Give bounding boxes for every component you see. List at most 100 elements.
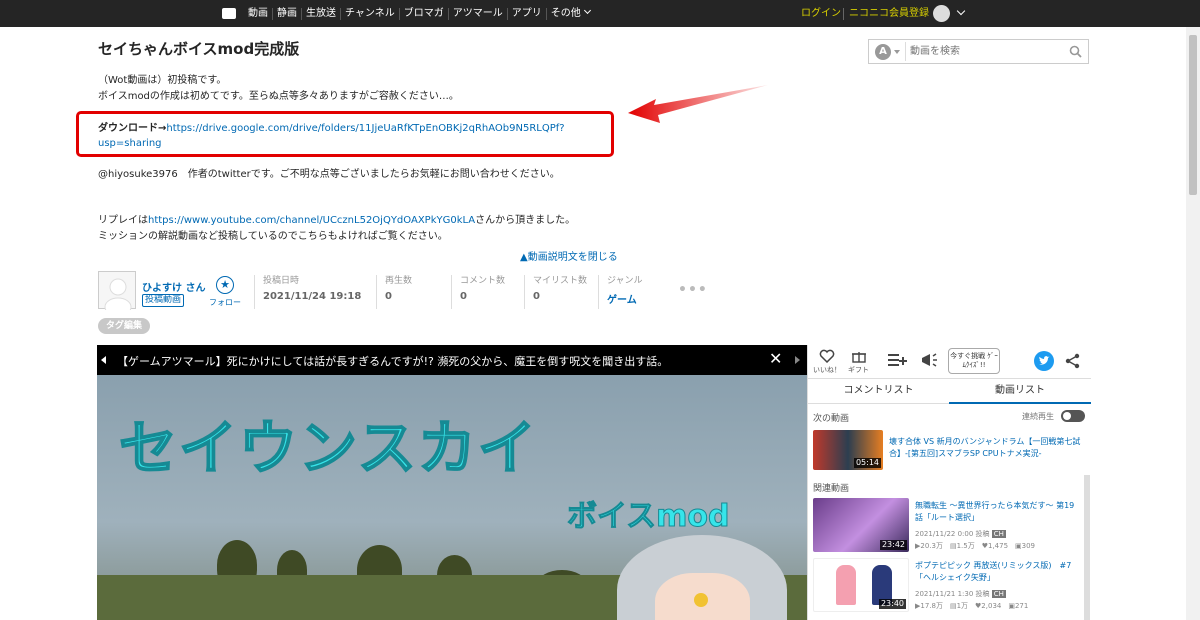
like-button[interactable]: いいね！	[813, 349, 841, 375]
search-icon[interactable]	[1069, 45, 1082, 58]
tab-video-list[interactable]: 動画リスト	[949, 379, 1091, 404]
banner-prev-icon[interactable]	[101, 356, 106, 364]
channel-badge: CH	[991, 590, 1006, 598]
register-link[interactable]: ニコニコ会員登録	[849, 0, 929, 27]
replay-channel-link[interactable]: https://www.youtube.com/channel/UCcznL52…	[148, 215, 475, 226]
video-overlay-title: セイウンスカイ	[118, 413, 538, 483]
follow-star-icon[interactable]: ★	[216, 276, 234, 294]
gift-button[interactable]: ギフト	[848, 349, 869, 375]
add-mylist-button[interactable]	[888, 353, 908, 369]
video-stats: ▶17.8万 ▤1万 ♥2,034 ▣271	[915, 602, 1029, 610]
nav-list: 動画 静画 生放送 チャンネル ブロマガ アツマール アプリ その他	[222, 0, 594, 27]
video-title-link[interactable]: 合】-[第五回]スマブラSP CPUトナメ実況-	[889, 448, 1042, 460]
side-scrollbar[interactable]	[1084, 475, 1090, 620]
banner-close-button[interactable]: ✕	[769, 349, 782, 368]
banner-next-icon[interactable]	[795, 356, 800, 364]
chevron-down-icon	[583, 6, 591, 14]
video-date: 2021/11/21 1:30 投稿 CH	[915, 589, 1006, 599]
stat-genre: ジャンル ゲーム	[598, 275, 643, 309]
nav-item-other-label: その他	[550, 7, 581, 19]
twitter-line: @hiyosuke3976 作者のtwitterです。ご不明な点等ございましたら…	[98, 169, 560, 180]
side-tabs: コメントリスト 動画リスト	[808, 378, 1091, 404]
search-input[interactable]	[905, 42, 1065, 61]
gift-icon	[851, 352, 866, 363]
stat-label: マイリスト数	[533, 276, 588, 286]
ad-button[interactable]	[920, 352, 938, 370]
autoplay-toggle[interactable]	[1061, 410, 1085, 422]
side-panel: いいね！ ギフト 今すぐ挑戦 ｹﾞｰﾑｸｲｽﾞ!! コメントリスト 動画リスト …	[807, 345, 1091, 620]
twitter-share-button[interactable]	[1034, 351, 1054, 371]
share-icon[interactable]	[1065, 353, 1081, 369]
stat-value: 0	[460, 291, 467, 302]
close-description-button[interactable]: ▲動画説明文を閉じる	[520, 248, 618, 263]
nav-divider	[843, 8, 844, 20]
nav-item-video[interactable]: 動画	[244, 8, 272, 20]
video-duration: 05:14	[853, 458, 881, 468]
channel-badge: CH	[991, 530, 1006, 538]
video-title-link[interactable]: 壊す合体 VS 新月のバンジャンドラム【一回戦第七試	[889, 436, 1080, 448]
stat-mylist: マイリスト数 0	[524, 275, 587, 309]
replay-prefix: リプレイは	[98, 215, 148, 226]
replay-suffix: さんから頂きました。	[475, 215, 576, 226]
highlight-box	[76, 111, 614, 157]
stat-value: 0	[385, 291, 392, 302]
uploader-avatar[interactable]	[98, 271, 136, 317]
video-title-link[interactable]: 無職転生 ～異世界行ったら本気だす～ 第19	[915, 500, 1074, 512]
tag-edit-button[interactable]: タグ編集	[98, 318, 150, 334]
description-line: （Wot動画は）初投稿です。	[98, 75, 227, 86]
annotation-arrow-icon	[628, 85, 768, 123]
toggle-knob	[1063, 412, 1071, 420]
stat-value: 0	[533, 291, 540, 302]
more-options-icon[interactable]: •••	[678, 282, 708, 298]
nav-item-blomaga[interactable]: ブロマガ	[398, 7, 448, 20]
niconico-tv-icon[interactable]	[222, 8, 236, 19]
stat-posted: 投稿日時 2021/11/24 19:18	[254, 275, 361, 309]
video-date: 2021/11/22 0:00 投稿 CH	[915, 529, 1006, 539]
tab-comment-list[interactable]: コメントリスト	[808, 379, 949, 404]
hair-flower-icon	[694, 593, 708, 607]
uploader-videos-badge[interactable]: 投稿動画	[142, 294, 185, 307]
mission-line: ミッションの解説動画など投稿しているのでこちらもよければご覧ください。	[98, 231, 448, 242]
game-quiz-badge[interactable]: 今すぐ挑戦 ｹﾞｰﾑｸｲｽﾞ!!	[948, 348, 1000, 374]
video-title-link[interactable]: 「ヘルシェイク矢野」	[915, 572, 995, 584]
stat-value: 2021/11/24 19:18	[263, 291, 362, 302]
like-label: いいね！	[813, 366, 841, 374]
user-avatar[interactable]	[933, 5, 950, 22]
login-link[interactable]: ログイン	[801, 0, 841, 27]
video-overlay-subtitle: ボイスmod	[566, 499, 730, 535]
search-mode-dropdown-icon[interactable]	[894, 50, 900, 54]
add-mylist-icon	[888, 354, 907, 366]
player-ad-banner[interactable]: 【ゲームアツマール】死にかけにしては話が長すぎるんですが!? 瀕死の父から、魔王…	[97, 345, 807, 375]
nav-item-live[interactable]: 生放送	[301, 7, 340, 20]
video-duration: 23:42	[879, 540, 907, 550]
next-video-label: 次の動画	[813, 414, 850, 424]
video-title-link[interactable]: 話「ルート選択」	[915, 512, 979, 524]
replay-line: リプレイはhttps://www.youtube.com/channel/UCc…	[98, 214, 575, 227]
user-menu-chevron-icon[interactable]	[956, 6, 966, 16]
search-box: A	[868, 39, 1089, 64]
video-thumbnail[interactable]: 05:14	[813, 430, 883, 470]
banner-text[interactable]: 【ゲームアツマール】死にかけにしては話が長すぎるんですが!? 瀕死の父から、魔王…	[117, 353, 668, 369]
nav-item-other[interactable]: その他	[545, 6, 594, 20]
stat-label: ジャンル	[607, 276, 643, 286]
heart-icon	[819, 349, 835, 364]
scrollbar-thumb[interactable]	[1189, 35, 1197, 195]
megaphone-icon	[922, 353, 937, 367]
search-mode-icon[interactable]: A	[875, 44, 891, 60]
video-title-link[interactable]: ポプテピピック 再放送(リミックス版) #7	[915, 560, 1071, 572]
global-nav-bar: 動画 静画 生放送 チャンネル ブロマガ アツマール アプリ その他 ログイン …	[0, 0, 1200, 27]
nav-item-channel[interactable]: チャンネル	[340, 7, 399, 20]
video-thumbnail[interactable]: 23:42	[813, 498, 909, 552]
nav-item-seiga[interactable]: 静画	[272, 7, 301, 20]
genre-link[interactable]: ゲーム	[607, 291, 643, 306]
nav-item-app[interactable]: アプリ	[506, 7, 546, 20]
uploader-name[interactable]: ひよすけ さん	[142, 279, 205, 294]
twitter-icon	[1039, 356, 1050, 365]
stat-comments: コメント数 0	[451, 275, 505, 309]
description-line: ボイスmodの作成は初めてです。至らぬ点等多々ありますがご容赦ください…。	[98, 91, 459, 102]
autoplay-label: 連続再生	[1022, 412, 1054, 421]
video-player[interactable]: セイウンスカイ ボイスmod 【ゲームアツマール】死にかけにしては話が長すぎるん…	[97, 345, 807, 620]
nav-item-atsumaru[interactable]: アツマール	[447, 7, 507, 20]
follow-label[interactable]: フォロー	[209, 297, 241, 308]
video-thumbnail[interactable]: 23:40	[813, 558, 909, 612]
